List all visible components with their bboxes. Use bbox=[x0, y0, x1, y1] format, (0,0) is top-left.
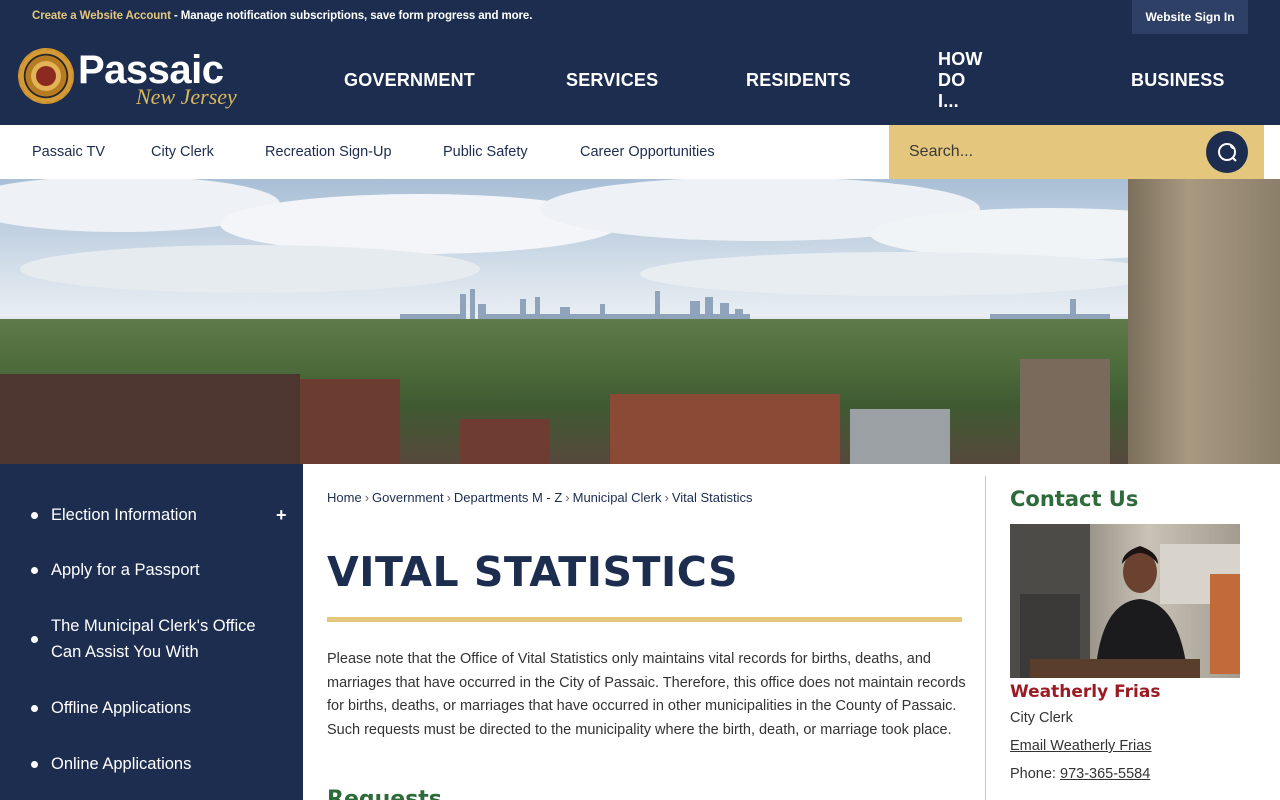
breadcrumb-separator: › bbox=[664, 490, 669, 505]
contact-photo bbox=[1010, 524, 1240, 678]
sidebar-item-label: Apply for a Passport bbox=[51, 561, 200, 579]
quick-link-recreation[interactable]: Recreation Sign-Up bbox=[265, 125, 392, 179]
requests-heading: Requests bbox=[327, 787, 442, 800]
quick-link-careers[interactable]: Career Opportunities bbox=[580, 125, 715, 179]
search-box bbox=[889, 125, 1264, 179]
sidebar-item-clerk-assist[interactable]: The Municipal Clerk's Office Can Assist … bbox=[0, 613, 303, 665]
quick-link-city-clerk[interactable]: City Clerk bbox=[151, 125, 214, 179]
site-header: Passaic New Jersey GOVERNMENT SERVICES R… bbox=[0, 36, 1280, 125]
top-utility-bar: Create a Website Account - Manage notifi… bbox=[0, 0, 1280, 36]
quick-link-public-safety[interactable]: Public Safety bbox=[443, 125, 528, 179]
page-title: VITAL STATISTICS bbox=[327, 548, 739, 596]
nav-residents[interactable]: RESIDENTS bbox=[746, 36, 851, 125]
breadcrumb-separator: › bbox=[565, 490, 570, 505]
breadcrumb-current: Vital Statistics bbox=[671, 490, 753, 505]
bullet-icon bbox=[31, 704, 38, 712]
bullet-icon bbox=[31, 511, 38, 519]
account-message: Create a Website Account - Manage notifi… bbox=[32, 10, 532, 22]
city-buildings-graphic bbox=[0, 319, 1280, 464]
sidebar-item-label: Online Applications bbox=[51, 755, 192, 773]
sidebar-item-apply-passport[interactable]: Apply for a Passport bbox=[0, 557, 303, 583]
breadcrumb-home[interactable]: Home bbox=[327, 490, 362, 505]
logo-script: New Jersey bbox=[136, 84, 237, 109]
phone-link[interactable]: 973-365-5584 bbox=[1060, 766, 1150, 782]
bullet-icon bbox=[31, 635, 38, 643]
expand-plus-icon[interactable]: + bbox=[276, 505, 287, 526]
breadcrumb-separator: › bbox=[364, 490, 370, 505]
city-seal-icon bbox=[18, 48, 74, 104]
sidebar-nav: Election Information + Apply for a Passp… bbox=[0, 464, 303, 800]
nav-business[interactable]: BUSINESS bbox=[1131, 36, 1225, 125]
title-divider bbox=[327, 617, 962, 622]
search-button[interactable] bbox=[1206, 131, 1248, 173]
breadcrumb-separator: › bbox=[446, 490, 451, 505]
search-input[interactable] bbox=[889, 125, 1199, 179]
phone-label: Phone: bbox=[1010, 766, 1060, 782]
nav-how-do-i[interactable]: HOW DO I... bbox=[938, 36, 983, 125]
bullet-icon bbox=[31, 760, 38, 768]
main-content: Home › Government › Departments M - Z › Munici… bbox=[303, 464, 985, 800]
contact-email-link[interactable]: Email Weatherly Frias bbox=[1010, 738, 1152, 754]
sidebar-item-election-information[interactable]: Election Information + bbox=[0, 502, 303, 528]
sidebar-item-online-applications[interactable]: Online Applications bbox=[0, 751, 303, 777]
nav-government[interactable]: GOVERNMENT bbox=[344, 36, 475, 125]
sidebar-item-label: Offline Applications bbox=[51, 699, 192, 717]
contact-name: Weatherly Frias bbox=[1010, 682, 1161, 702]
bullet-icon bbox=[31, 566, 38, 574]
contact-panel: Contact Us Weatherly Frias City Clerk Em… bbox=[1010, 464, 1260, 800]
sidebar-item-label: The Municipal Clerk's Office Can Assist … bbox=[51, 617, 256, 661]
city-skyline-banner bbox=[0, 179, 1280, 464]
breadcrumb-municipal-clerk[interactable]: Municipal Clerk bbox=[573, 490, 662, 505]
website-sign-in-button[interactable]: Website Sign In bbox=[1132, 0, 1248, 34]
create-account-link[interactable]: Create a Website Account bbox=[32, 10, 171, 22]
person-photo-graphic bbox=[1010, 524, 1240, 678]
contact-heading: Contact Us bbox=[1010, 487, 1139, 511]
breadcrumb: Home › Government › Departments M - Z › Munici… bbox=[327, 490, 753, 505]
intro-paragraph: Please note that the Office of Vital Sta… bbox=[327, 651, 966, 738]
contact-role: City Clerk bbox=[1010, 710, 1073, 726]
sidebar-item-label: Election Information bbox=[51, 506, 197, 524]
breadcrumb-government[interactable]: Government bbox=[372, 490, 444, 505]
contact-phone: Phone: 973-365-5584 bbox=[1010, 766, 1150, 782]
tower-building-graphic bbox=[1128, 179, 1280, 464]
column-divider bbox=[985, 476, 986, 800]
breadcrumb-departments[interactable]: Departments M - Z bbox=[454, 490, 562, 505]
account-message-text: - Manage notification subscriptions, sav… bbox=[170, 10, 533, 22]
search-icon bbox=[1218, 143, 1237, 162]
quick-links-bar: Passaic TV City Clerk Recreation Sign-Up… bbox=[0, 125, 1280, 179]
sidebar-item-offline-applications[interactable]: Offline Applications bbox=[0, 695, 303, 721]
site-logo[interactable]: Passaic New Jersey bbox=[18, 46, 268, 116]
quick-link-passaic-tv[interactable]: Passaic TV bbox=[32, 125, 105, 179]
nav-services[interactable]: SERVICES bbox=[566, 36, 658, 125]
